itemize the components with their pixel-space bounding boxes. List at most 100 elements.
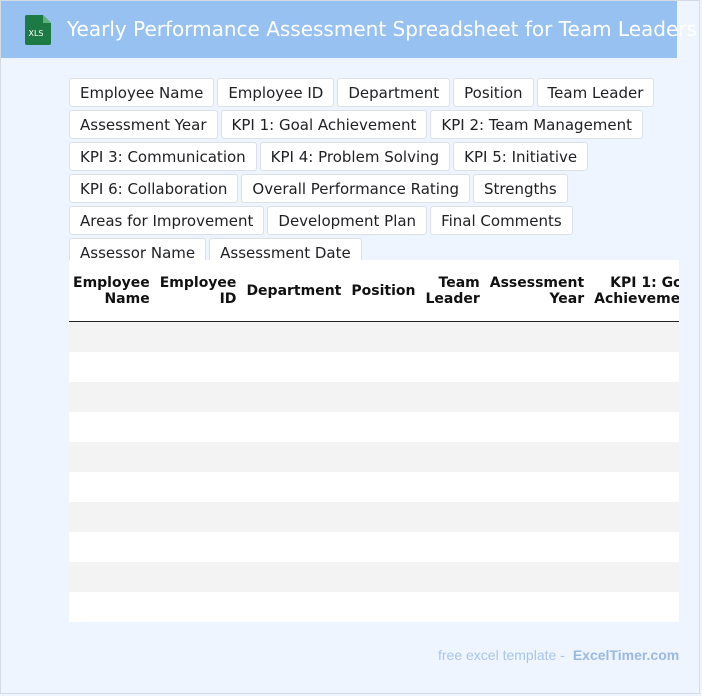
table-cell[interactable] — [242, 412, 348, 442]
table-cell[interactable] — [485, 562, 591, 592]
table-cell[interactable] — [347, 321, 422, 352]
table-cell[interactable] — [347, 592, 422, 622]
table-cell[interactable] — [69, 592, 156, 622]
field-tag: KPI 5: Initiative — [453, 142, 589, 171]
table-cell[interactable] — [242, 502, 348, 532]
table-cell[interactable] — [69, 472, 156, 502]
table-row — [69, 562, 679, 592]
table-cell[interactable] — [421, 412, 486, 442]
table-cell[interactable] — [347, 412, 422, 442]
table-cell[interactable] — [347, 352, 422, 382]
table-cell[interactable] — [242, 442, 348, 472]
table-cell[interactable] — [69, 442, 156, 472]
footer-brand-link[interactable]: ExcelTimer.com — [573, 647, 679, 663]
table-body — [69, 321, 679, 622]
field-tag: Position — [453, 78, 534, 107]
table-cell[interactable] — [242, 592, 348, 622]
table-cell[interactable] — [69, 562, 156, 592]
field-tag-list: Employee Name Employee ID Department Positi… — [69, 78, 699, 267]
table-cell[interactable] — [242, 562, 348, 592]
table-cell[interactable] — [590, 562, 679, 592]
table-cell[interactable] — [485, 382, 591, 412]
table-cell[interactable] — [242, 352, 348, 382]
table-cell[interactable] — [155, 502, 243, 532]
table-cell[interactable] — [421, 382, 486, 412]
column-header[interactable]: Position — [347, 260, 422, 322]
table-header-row: Employee Name Employee ID Department Positi… — [69, 260, 679, 322]
table-cell[interactable] — [590, 472, 679, 502]
table-cell[interactable] — [485, 502, 591, 532]
field-tag: Development Plan — [267, 206, 428, 235]
table-cell[interactable] — [347, 472, 422, 502]
table-cell[interactable] — [485, 472, 591, 502]
column-header[interactable]: Employee Name — [69, 260, 156, 322]
table-row — [69, 532, 679, 562]
table-cell[interactable] — [421, 532, 486, 562]
page-frame: XLS Yearly Performance Assessment Spread… — [0, 0, 700, 694]
table-cell[interactable] — [155, 472, 243, 502]
column-header[interactable]: Department — [242, 260, 348, 322]
table-cell[interactable] — [590, 502, 679, 532]
page-title: Yearly Performance Assessment Spreadshee… — [67, 17, 697, 41]
table-cell[interactable] — [421, 352, 486, 382]
table-cell[interactable] — [421, 502, 486, 532]
table-cell[interactable] — [69, 352, 156, 382]
table-cell[interactable] — [242, 472, 348, 502]
table-cell[interactable] — [155, 562, 243, 592]
table-cell[interactable] — [485, 321, 591, 352]
table-cell[interactable] — [242, 321, 348, 352]
table-cell[interactable] — [590, 352, 679, 382]
field-tag: Areas for Improvement — [69, 206, 265, 235]
table-cell[interactable] — [155, 321, 243, 352]
table-cell[interactable] — [347, 532, 422, 562]
field-tag: Employee ID — [217, 78, 335, 107]
table-cell[interactable] — [242, 382, 348, 412]
table-cell[interactable] — [485, 532, 591, 562]
column-header[interactable]: KPI 1: Goal Achievement — [590, 260, 679, 322]
table-cell[interactable] — [421, 562, 486, 592]
xls-file-icon: XLS — [25, 15, 51, 45]
table-cell[interactable] — [590, 442, 679, 472]
table-cell[interactable] — [485, 592, 591, 622]
table-cell[interactable] — [590, 321, 679, 352]
table-cell[interactable] — [69, 382, 156, 412]
table-cell[interactable] — [421, 472, 486, 502]
table-cell[interactable] — [69, 532, 156, 562]
table-cell[interactable] — [421, 321, 486, 352]
table-cell[interactable] — [590, 532, 679, 562]
table-cell[interactable] — [347, 382, 422, 412]
table-cell[interactable] — [590, 382, 679, 412]
table-cell[interactable] — [155, 592, 243, 622]
spreadsheet-table-container[interactable]: Employee Name Employee ID Department Positi… — [69, 260, 679, 622]
table-cell[interactable] — [155, 352, 243, 382]
table-row — [69, 382, 679, 412]
table-cell[interactable] — [347, 562, 422, 592]
table-cell[interactable] — [485, 412, 591, 442]
table-cell[interactable] — [421, 592, 486, 622]
table-row — [69, 472, 679, 502]
table-row — [69, 592, 679, 622]
table-cell[interactable] — [590, 592, 679, 622]
table-row — [69, 321, 679, 352]
footer-credit: free excel template - ExcelTimer.com — [438, 647, 679, 663]
table-cell[interactable] — [242, 532, 348, 562]
column-header[interactable]: Team Leader — [421, 260, 486, 322]
column-header[interactable]: Assessment Year — [485, 260, 591, 322]
table-cell[interactable] — [69, 321, 156, 352]
table-cell[interactable] — [155, 412, 243, 442]
table-cell[interactable] — [485, 352, 591, 382]
table-cell[interactable] — [69, 412, 156, 442]
table-cell[interactable] — [485, 442, 591, 472]
svg-text:XLS: XLS — [28, 29, 43, 38]
field-tag: Overall Performance Rating — [241, 174, 470, 203]
footer-prefix: free excel template - — [438, 647, 565, 663]
table-cell[interactable] — [69, 502, 156, 532]
table-cell[interactable] — [155, 532, 243, 562]
table-cell[interactable] — [347, 502, 422, 532]
table-cell[interactable] — [347, 442, 422, 472]
table-cell[interactable] — [155, 442, 243, 472]
column-header[interactable]: Employee ID — [155, 260, 243, 322]
table-cell[interactable] — [155, 382, 243, 412]
table-cell[interactable] — [421, 442, 486, 472]
table-cell[interactable] — [590, 412, 679, 442]
